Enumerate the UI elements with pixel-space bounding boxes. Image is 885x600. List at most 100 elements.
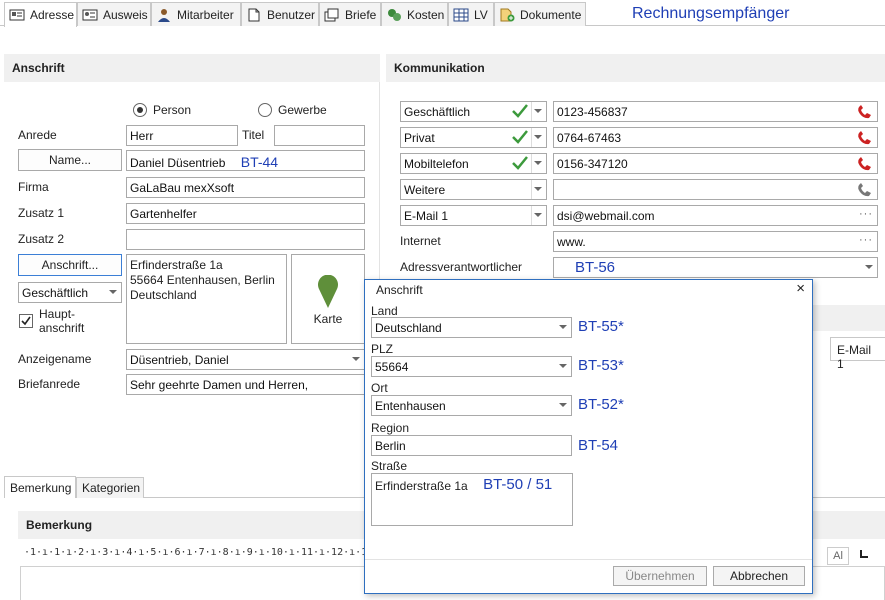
land-annotation: BT-55*	[578, 318, 624, 335]
comm-type-value: Geschäftlich	[404, 105, 471, 119]
close-icon[interactable]: ×	[796, 280, 805, 297]
tab-kosten[interactable]: Kosten	[381, 2, 448, 26]
chevron-down-icon	[534, 161, 542, 165]
hauptanschrift-label: Haupt- anschrift	[39, 307, 84, 335]
radio-person[interactable]	[133, 103, 147, 117]
comm-value-input[interactable]: 0156-347120	[553, 153, 878, 174]
comm-value-input[interactable]: dsi@webmail.com ···	[553, 205, 878, 226]
tab-lv[interactable]: LV	[448, 2, 494, 26]
main-tab-bar: Adresse Ausweis Mitarbeiter Benutzer Bri…	[0, 0, 885, 27]
tab-label: Benutzer	[267, 7, 316, 22]
abbrechen-button[interactable]: Abbrechen	[713, 566, 805, 586]
radio-gewerbe-label: Gewerbe	[278, 103, 327, 117]
comm-value: 0156-347120	[557, 157, 628, 171]
region-input[interactable]: Berlin	[371, 435, 572, 456]
phone-grey-icon	[858, 183, 871, 197]
tab-benutzer[interactable]: Benutzer	[241, 2, 319, 26]
comm-type-select[interactable]: E-Mail 1	[400, 205, 547, 226]
address-type-select[interactable]: Geschäftlich	[18, 282, 122, 303]
address-line: Erfinderstraße 1a	[130, 258, 223, 272]
anzeigename-select[interactable]: Düsentrieb, Daniel	[126, 349, 365, 370]
strasse-annotation: BT-50 / 51	[483, 476, 553, 493]
dialog-title: Anschrift	[376, 283, 423, 297]
dropdown-separator	[531, 206, 532, 225]
right-section-header	[813, 305, 885, 331]
hauptanschrift-label-line: Haupt-	[39, 307, 76, 321]
tab-adresse[interactable]: Adresse	[4, 2, 77, 27]
adressverantwortlicher-annotation: BT-56	[575, 259, 616, 276]
chevron-down-icon	[534, 135, 542, 139]
document-icon	[246, 8, 262, 22]
more-dots-icon[interactable]: ···	[859, 234, 873, 246]
comm-value-input[interactable]: 0764-67463	[553, 127, 878, 148]
chevron-down-icon	[534, 213, 542, 217]
tab-briefe[interactable]: Briefe	[319, 2, 381, 26]
hauptanschrift-checkbox[interactable]	[19, 314, 33, 328]
name-value: Daniel Düsentrieb	[130, 156, 226, 170]
zusatz2-input[interactable]	[126, 229, 365, 250]
comm-type-select[interactable]: Mobiltelefon	[400, 153, 547, 174]
ort-select[interactable]: Entenhausen	[371, 395, 572, 416]
address-line: 55664 Entenhausen, Berlin	[130, 273, 275, 287]
editor-ruler[interactable]: ·1·ı·1·ı·2·ı·3·ı·4·ı·5·ı·6·ı·7·ı·8·ı·9·ı…	[24, 547, 364, 558]
anrede-input[interactable]: Herr	[126, 125, 238, 146]
employee-icon	[156, 8, 172, 22]
anschrift-button[interactable]: Anschrift...	[18, 254, 122, 276]
titel-label: Titel	[242, 128, 265, 142]
internet-input[interactable]: www. ···	[553, 231, 878, 252]
tab-dokumente[interactable]: Dokumente	[494, 2, 586, 26]
comm-value-input[interactable]: 0123-456837	[553, 101, 878, 122]
anzeigename-label: Anzeigename	[18, 352, 92, 366]
address-display[interactable]: Erfinderstraße 1a 55664 Entenhausen, Ber…	[126, 254, 287, 344]
anschrift-dialog: Anschrift × Land Deutschland BT-55* PLZ …	[364, 279, 813, 594]
region-label: Region	[371, 421, 410, 435]
zusatz1-input[interactable]: Gartenhelfer	[126, 203, 365, 224]
tab-label: Briefe	[345, 7, 377, 22]
name-button[interactable]: Name...	[18, 149, 122, 171]
anrede-label: Anrede	[18, 128, 57, 142]
hauptanschrift-label-line: anschrift	[39, 321, 85, 335]
phone-red-icon	[858, 131, 871, 145]
tab-bemerkung[interactable]: Bemerkung	[4, 476, 76, 498]
karte-button[interactable]: Karte	[291, 254, 365, 344]
tab-stop-icon[interactable]	[858, 548, 870, 560]
zusatz2-label: Zusatz 2	[18, 232, 65, 246]
comm-type-select[interactable]: Weitere	[400, 179, 547, 200]
tab-kategorien[interactable]: Kategorien	[76, 477, 144, 498]
checkmark-icon	[512, 130, 528, 144]
comm-value: dsi@webmail.com	[557, 209, 655, 223]
email-column-header[interactable]: E-Mail 1	[830, 337, 885, 371]
comm-type-select[interactable]: Privat	[400, 127, 547, 148]
name-input[interactable]: Daniel Düsentrieb BT-44	[126, 150, 365, 171]
address-line: Deutschland	[130, 288, 197, 302]
comm-type-select[interactable]: Geschäftlich	[400, 101, 547, 122]
phone-red-icon	[858, 105, 871, 119]
table-grid-icon	[453, 8, 469, 22]
uebernehmen-button[interactable]: Übernehmen	[613, 566, 707, 586]
chevron-down-icon	[109, 290, 117, 294]
radio-gewerbe[interactable]	[258, 103, 272, 117]
land-value: Deutschland	[375, 321, 442, 335]
comm-value-input[interactable]	[553, 179, 878, 200]
firma-label: Firma	[18, 180, 49, 194]
chevron-down-icon	[559, 325, 567, 329]
briefanrede-input[interactable]: Sehr geehrte Damen und Herren,	[126, 374, 365, 395]
tab-label: Mitarbeiter	[177, 7, 234, 22]
tab-mitarbeiter[interactable]: Mitarbeiter	[151, 2, 241, 26]
text-align-icon[interactable]: Al	[827, 547, 849, 565]
costs-icon	[386, 8, 402, 22]
plz-select[interactable]: 55664	[371, 356, 572, 377]
ort-annotation: BT-52*	[578, 396, 624, 413]
more-dots-icon[interactable]: ···	[859, 208, 873, 220]
ort-label: Ort	[371, 381, 388, 395]
id-card-icon	[82, 8, 98, 22]
dropdown-separator	[531, 128, 532, 147]
adressverantwortlicher-select[interactable]: BT-56	[553, 257, 878, 278]
firma-input[interactable]: GaLaBau mexXsoft	[126, 177, 365, 198]
strasse-textarea[interactable]: Erfinderstraße 1a BT-50 / 51	[371, 473, 573, 526]
tab-label: Adresse	[30, 8, 75, 22]
titel-input[interactable]	[274, 125, 365, 146]
tab-ausweis[interactable]: Ausweis	[77, 2, 151, 26]
land-select[interactable]: Deutschland	[371, 317, 572, 338]
comm-value: 0123-456837	[557, 105, 628, 119]
